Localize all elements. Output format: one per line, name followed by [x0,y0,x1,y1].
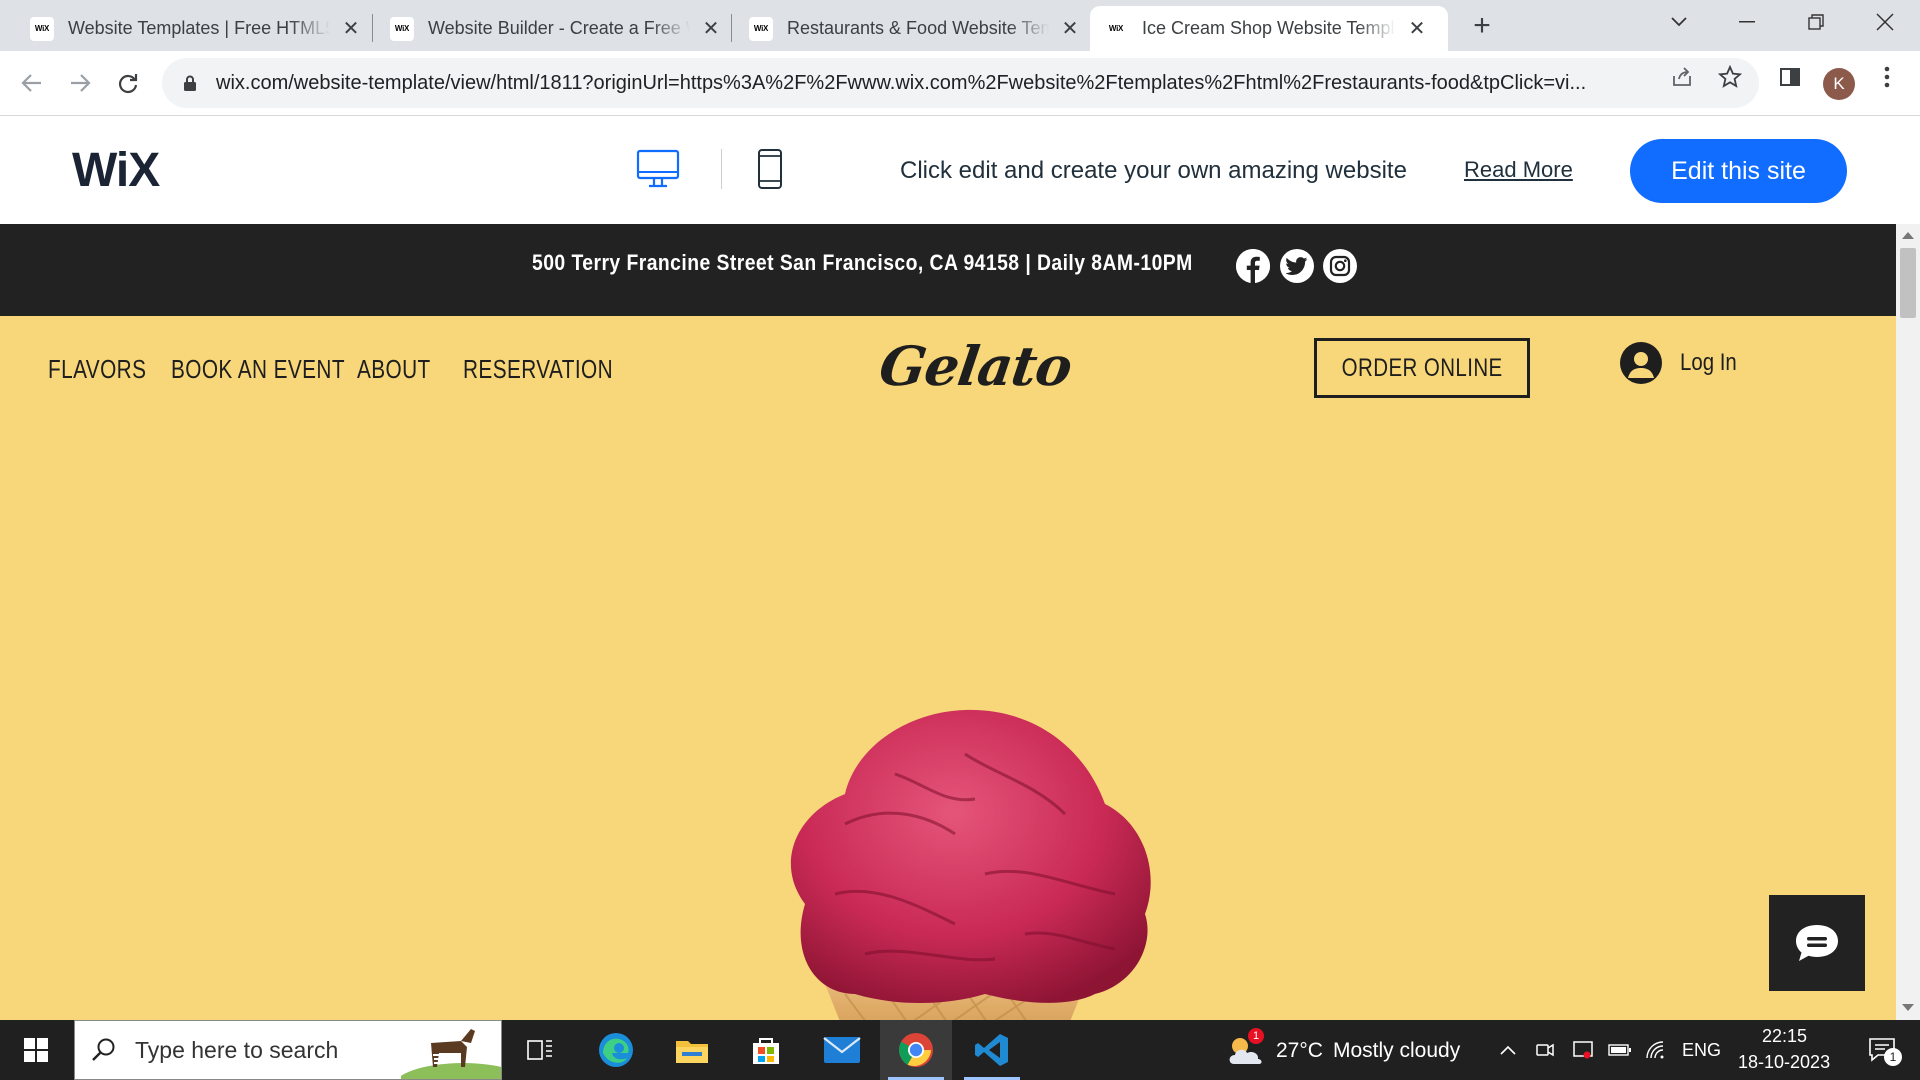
page-scrollbar[interactable] [1896,224,1920,1020]
instagram-icon[interactable] [1323,249,1357,283]
mobile-view-icon[interactable] [756,147,784,191]
nav-flavors[interactable]: FLAVORS [48,354,146,385]
chat-button[interactable] [1769,895,1865,991]
show-hidden-icons-chevron-icon[interactable] [1494,1020,1522,1080]
scroll-down-arrow-icon[interactable] [1902,1004,1914,1011]
tab-search-chevron-icon[interactable] [1649,4,1709,40]
browser-tab[interactable]: WiX Website Builder - Create a Free Webs… [376,6,734,51]
device-separator [721,149,722,189]
tab-separator [372,14,373,42]
new-tab-button[interactable]: + [1466,9,1498,42]
windows-start-icon[interactable] [0,1020,72,1080]
share-icon[interactable] [1668,63,1696,91]
search-icon [92,1038,115,1061]
tab-close-icon[interactable]: ✕ [1406,18,1428,40]
browser-tab[interactable]: WiX Restaurants & Food Website Templates… [735,6,1093,51]
address-hours-text: 500 Terry Francine Street San Francisco,… [532,250,1193,275]
search-placeholder: Type here to search [135,1036,339,1063]
chrome-taskbar-icon[interactable] [880,1020,952,1080]
restore-button[interactable] [1786,4,1846,40]
wix-favicon-icon: WiX [749,16,773,41]
user-avatar-icon [1620,342,1662,384]
chat-bubble-icon [1796,925,1838,961]
tab-title: Website Templates | Free HTML5 Website T… [68,18,330,38]
tab-title: Restaurants & Food Website Templates | W… [787,18,1049,38]
wix-promo-message: Click edit and create your own amazing w… [900,157,1407,184]
browser-tab-strip: WiX Website Templates | Free HTML5 Websi… [0,0,1920,51]
wix-favicon-icon: WiX [1108,24,1124,33]
tab-close-icon[interactable]: ✕ [700,18,722,40]
login-label: Log In [1680,349,1737,376]
tab-close-icon[interactable]: ✕ [340,18,362,40]
login-button[interactable]: Log In [1620,342,1747,384]
reload-icon[interactable] [110,65,146,101]
wix-preview-header: WiX Click edit and create your own amazi… [0,117,1920,224]
edge-browser-icon[interactable] [580,1020,652,1080]
desktop-view-icon[interactable] [634,147,682,191]
weather-cloud-icon[interactable]: 1 [1226,1028,1266,1070]
twitter-icon[interactable] [1280,249,1314,283]
facebook-icon[interactable] [1236,249,1270,283]
wix-favicon-icon: WiX [390,16,414,41]
order-online-button[interactable]: ORDER ONLINE [1314,338,1530,398]
bookmark-star-icon[interactable] [1716,63,1744,91]
tab-title: Website Builder - Create a Free Website … [428,18,690,38]
site-info-bar: 500 Terry Francine Street San Francisco,… [0,224,1896,316]
gelato-logo[interactable]: Gelato [876,334,1076,398]
back-arrow-icon[interactable] [14,65,50,101]
mail-icon[interactable] [806,1020,878,1080]
meet-now-icon[interactable] [1530,1020,1560,1080]
weather-description[interactable]: Mostly cloudy [1333,1039,1460,1063]
screen: WiX Website Templates | Free HTML5 Websi… [0,0,1920,1080]
close-window-button[interactable] [1855,4,1915,40]
address-bar[interactable]: wix.com/website-template/view/html/1811?… [162,58,1759,108]
nav-about[interactable]: ABOUT [357,354,431,385]
tab-separator [731,14,732,42]
scroll-up-arrow-icon[interactable] [1902,232,1914,239]
clock-time[interactable]: 22:15 [1762,1026,1807,1047]
language-indicator[interactable]: ENG [1682,1040,1721,1061]
microsoft-store-icon[interactable] [730,1020,802,1080]
order-online-label: ORDER ONLINE [1341,353,1503,382]
profile-avatar[interactable]: K [1823,68,1855,100]
browser-toolbar: wix.com/website-template/view/html/1811?… [0,51,1920,116]
tab-close-icon[interactable]: ✕ [1059,18,1081,40]
read-more-link[interactable]: Read More [1464,157,1573,183]
notification-count-badge: 1 [1884,1048,1902,1066]
browser-tab-active[interactable]: WiX Ice Cream Shop Website Template | WI… [1090,6,1448,51]
tab-title: Ice Cream Shop Website Template | WIX [1142,18,1396,38]
site-preview: 500 Terry Francine Street San Francisco,… [0,224,1896,1020]
screen-capture-icon[interactable] [1568,1020,1598,1080]
url-text[interactable]: wix.com/website-template/view/html/1811?… [216,72,1696,95]
task-view-icon[interactable] [504,1020,576,1080]
nav-book-an-event[interactable]: BOOK AN EVENT [171,354,345,385]
more-menu-icon[interactable] [1873,63,1901,91]
battery-icon[interactable] [1604,1020,1636,1080]
side-panel-icon[interactable] [1776,63,1804,91]
windows-taskbar: Type here to search 1 27°C Mostly cloudy… [0,1020,1920,1080]
okapi-search-highlight-icon [401,1029,501,1079]
clock-date[interactable]: 18-10-2023 [1738,1052,1830,1073]
edit-this-site-button[interactable]: Edit this site [1630,139,1847,203]
ice-cream-cone-image [790,709,1151,1020]
lock-icon[interactable] [180,73,200,93]
browser-tab[interactable]: WiX Website Templates | Free HTML5 Websi… [16,6,374,51]
weather-temperature[interactable]: 27°C [1276,1039,1323,1063]
vscode-icon[interactable] [956,1020,1028,1080]
weather-badge: 1 [1248,1028,1264,1044]
wix-favicon-icon: WiX [30,16,54,41]
file-explorer-icon[interactable] [656,1020,728,1080]
wix-logo[interactable]: WiX [72,143,160,198]
minimize-button[interactable] [1717,4,1777,40]
wifi-icon[interactable] [1640,1020,1672,1080]
forward-arrow-icon[interactable] [62,65,98,101]
scrollbar-thumb[interactable] [1900,248,1916,318]
nav-reservation[interactable]: RESERVATION [463,354,613,385]
taskbar-search-box[interactable]: Type here to search [74,1020,502,1080]
notification-center-icon[interactable]: 1 [1852,1020,1912,1080]
